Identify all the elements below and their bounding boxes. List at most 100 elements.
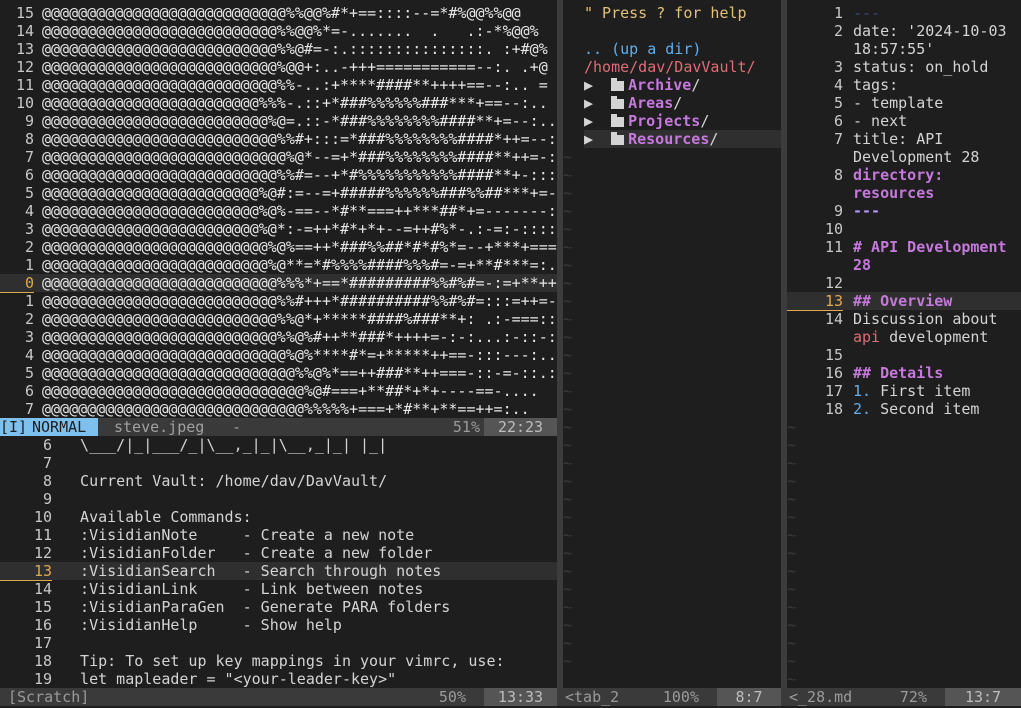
scratch-text: :VisidianSearch - Search through notes [62,562,442,580]
scratch-row: 17 [0,634,557,652]
scratch-row: 8 Current Vault: /home/dav/DavVault/ [0,472,557,490]
line-number: 10 [824,220,843,238]
line-number: 14 [824,310,843,328]
tree-up-dir[interactable]: .. (up a dir) [584,40,781,58]
empty-line-tilde: ~ [787,562,797,580]
empty-line-tilde: ~ [787,598,797,616]
ascii-row: 14 @@@@@@@@@@@@@@@@@@@@@@@@@@%%@@%*=-....… [0,22,557,40]
tree-folder-archive[interactable]: ▶ Archive/ [584,76,781,94]
scratch-row: 19 let mapleader = "<your-leader-key>" [0,670,557,688]
ascii-text: @@@@@@@@@@@@@@@@@@@@@@@@@@@%@*--=+*###%%… [42,148,557,166]
folder-icon [611,78,625,91]
line-number: 10 [15,94,34,112]
line-number: 6 [42,436,52,454]
empty-line-tilde: ~ [563,634,573,652]
empty-line-tilde: ~ [563,256,573,274]
line-number: 0 [0,274,34,293]
ascii-text: @@@@@@@@@@@@@@@@@@@@@@@@%@*:-=++*#*+*+--… [42,220,557,238]
line-number: 1 [833,4,843,22]
tree-status-line: <tab_2 100% 8:7 [557,688,781,706]
note-row: 12 [787,274,1021,292]
line-number: 15 [824,346,843,364]
empty-line-tilde: ~ [563,598,573,616]
line-number: 12 [824,274,843,292]
tree-help-hint: " Press ? for help [584,4,747,22]
scratch-row: 15 :VisidianParaGen - Generate PARA fold… [0,598,557,616]
line-number: 7 [24,400,34,418]
note-status-line: <_28.md 72% 13:7 [781,688,1021,706]
line-number: 5 [24,364,34,382]
empty-line-tilde: ~ [563,328,573,346]
ascii-text: @@@@@@@@@@@@@@@@@@@@@@@@@@%%@%#++**###*+… [42,328,557,346]
expand-arrow-icon[interactable]: ▶ [584,112,593,130]
ascii-text: @@@@@@@@@@@@@@@@@@@@@@@@@@@@@%%%%%+===+*… [42,400,530,418]
folder-name[interactable]: Archive [628,76,691,94]
ascii-row: 11 @@@@@@@@@@@@@@@@@@@@@@@@@@%%-..:+****#… [0,76,557,94]
empty-line-tilde: ~ [563,652,573,670]
empty-line-tilde: ~ [563,148,573,166]
note-text: 2. Second item [853,400,980,418]
expand-arrow-icon[interactable]: ▶ [584,76,593,94]
image-ascii-pane[interactable]: 15 @@@@@@@@@@@@@@@@@@@@@@@@@@@%%@@%#*+==:… [0,0,557,418]
note-text: tags: [853,76,899,94]
note-row: 3 status: on_hold [787,58,1021,76]
note-text: resources [853,184,935,202]
empty-line-tilde: ~ [787,670,797,688]
ascii-row: 5 @@@@@@@@@@@@@@@@@@@@@@@@%@#:=--=+#####%… [0,184,557,202]
ascii-text: @@@@@@@@@@@@@@@@@@@@@@@@@%@=.::-*###%%%%… [42,112,557,130]
mode-prefix: [I] [0,418,28,436]
empty-line-tilde: ~ [787,490,797,508]
expand-arrow-icon[interactable]: ▶ [584,130,593,148]
empty-line-tilde: ~ [563,364,573,382]
empty-line-tilde: ~ [563,310,573,328]
folder-name[interactable]: Resources [628,130,709,148]
scratch-status-line: [Scratch] 50% 13:33 [0,688,557,706]
scratch-pane[interactable]: 6 \___/|_|___/_|\__,_|_|\__,_|_| |_| 7 8 C… [0,436,557,688]
note-row: 14 Discussion about [787,310,1021,328]
line-number: 18 [824,400,843,418]
note-row: 11 # API Development [787,238,1021,256]
ascii-text: @@@@@@@@@@@@@@@@@@@@@@@@@@%%@@%*=-......… [42,22,539,40]
note-pane[interactable]: 1 --- 2 date: '2024-10-03 18:57:55' 3 status: … [787,0,1021,688]
folder-name[interactable]: Areas [628,94,673,112]
line-number: 14 [33,580,52,598]
ascii-row: 15 @@@@@@@@@@@@@@@@@@@@@@@@@@@%%@@%#*+==:… [0,4,557,22]
mode-indicator: NORMAL [26,418,98,436]
ascii-text: @@@@@@@@@@@@@@@@@@@@@@@@@@%%#+:::=*###%%… [42,130,557,148]
file-tree-pane[interactable]: " Press ? for help .. (up a dir) /home/d… [563,0,781,688]
note-row: 13 ## Overview [787,292,1021,311]
empty-line-tilde: ~ [787,616,797,634]
empty-line-tilde: ~ [563,454,573,472]
ascii-text: @@@@@@@@@@@@@@@@@@@@@@@@@%@%==++*###%%##… [42,238,557,256]
ascii-row: 9 @@@@@@@@@@@@@@@@@@@@@@@@@%@=.::-*###%%%… [0,112,557,130]
scratch-text: :VisidianFolder - Create a new folder [62,544,433,562]
ascii-row: 12 @@@@@@@@@@@@@@@@@@@@@@@@@@%@@+:..-+++=… [0,58,557,76]
ascii-row: 3 @@@@@@@@@@@@@@@@@@@@@@@@%@*:-=++*#*+*+-… [0,220,557,238]
line-number: 10 [33,508,52,526]
empty-line-tilde: ~ [563,526,573,544]
empty-line-tilde: ~ [787,634,797,652]
empty-line-tilde: ~ [563,220,573,238]
ascii-text: @@@@@@@@@@@@@@@@@@@@@@@@%@%-==--*#**===+… [42,202,557,220]
note-row: Development 28 [787,148,1021,166]
tree-folder-areas[interactable]: ▶ Areas/ [584,94,781,112]
note-row: 18 2. Second item [787,400,1021,418]
empty-line-tilde: ~ [787,526,797,544]
expand-arrow-icon[interactable]: ▶ [584,94,593,112]
status-filename: <tab_2 [565,688,620,706]
note-row: 16 ## Details [787,364,1021,382]
tree-folder-projects[interactable]: ▶ Projects/ [584,112,781,130]
note-text: ## Overview [853,292,953,310]
ascii-row: 1 @@@@@@@@@@@@@@@@@@@@@@@@@@%%#+++*######… [0,292,557,310]
note-row: 6 - next [787,112,1021,130]
status-filename: [Scratch] [8,688,90,706]
folder-name[interactable]: Projects [628,112,700,130]
line-number: 18 [33,652,52,670]
note-row: 18:57:55' [787,40,1021,58]
image-status-line: [I] NORMAL steve.jpeg - 51% 22:23 [0,418,557,436]
empty-line-tilde: ~ [563,562,573,580]
ascii-text: @@@@@@@@@@@@@@@@@@@@@@@@%@#:=--=+#####%%… [42,184,557,202]
scratch-row: 6 \___/|_|___/_|\__,_|_|\__,_|_| |_| [0,436,557,454]
folder-suffix: / [673,94,683,112]
tree-folder-resources[interactable]: ▶ Resources/ [584,130,781,148]
